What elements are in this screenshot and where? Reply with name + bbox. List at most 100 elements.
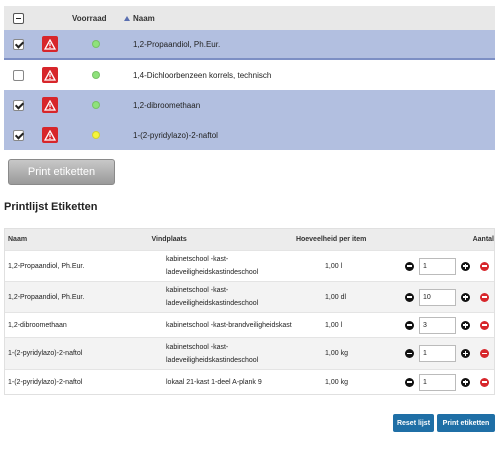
plus-circle-icon[interactable]: [461, 377, 470, 387]
amount-input[interactable]: [419, 288, 456, 306]
warning-triangle-icon: [42, 127, 58, 143]
print-list-table: Naam Vindplaats Hoeveelheid per item Aan…: [4, 228, 495, 395]
item-name: 1,2-Propaandiol, Ph.Eur.: [8, 293, 85, 301]
column-header-quantity: Hoeveelheid per item: [295, 236, 367, 243]
plus-circle-icon[interactable]: [461, 292, 470, 302]
print-list-row: 1,2-dibroomethaan kabinetschool -kast-bra…: [5, 312, 494, 337]
stock-status-icon: [92, 40, 100, 48]
stock-cell: [68, 40, 128, 48]
plus-circle-icon[interactable]: [461, 349, 470, 358]
item-name: 1-(2-pyridylazo)-2-naftol: [8, 378, 83, 386]
print-list-row: 1,2-Propaandiol, Ph.Eur. kabinetschool -k…: [5, 281, 494, 312]
location-line: ladeveiligheidskastindeschool: [166, 300, 259, 307]
product-name: 1,2-Propaandiol, Ph.Eur.: [133, 39, 221, 49]
column-header-amount: Aantal: [472, 236, 494, 243]
location-line: kabinetschool -kast-brandveiligheidskast: [166, 321, 292, 329]
plus-circle-icon[interactable]: [461, 320, 470, 330]
column-header-location: Vindplaats: [151, 236, 187, 243]
stock-status-icon: [92, 101, 100, 109]
item-quantity: 1,00 l: [325, 262, 343, 270]
row-select-cell[interactable]: [4, 38, 32, 50]
section-title: Printlijst Etiketten: [4, 201, 98, 213]
plus-circle-icon[interactable]: [461, 261, 470, 271]
print-labels-button-bottom[interactable]: Print etiketten: [437, 414, 495, 432]
item-quantity: 1,00 dl: [325, 293, 347, 301]
row-checkbox[interactable]: [12, 129, 24, 141]
select-all-cell[interactable]: [4, 12, 32, 24]
minus-circle-icon[interactable]: [405, 292, 414, 302]
print-list-row: 1-(2-pyridylazo)-2-naftol lokaal 21-kast …: [5, 369, 494, 394]
location-line: kabinetschool -kast-: [166, 287, 229, 294]
minus-circle-icon[interactable]: [405, 377, 414, 387]
row-checkbox[interactable]: [12, 99, 24, 111]
print-list-header: Naam Vindplaats Hoeveelheid per item Aan…: [5, 229, 494, 250]
reset-list-button[interactable]: Reset lijst: [393, 414, 434, 432]
column-header-stock-label: Voorraad: [72, 13, 107, 23]
item-name: 1,2-dibroomethaan: [8, 321, 67, 329]
remove-circle-icon[interactable]: [480, 261, 489, 271]
remove-circle-icon[interactable]: [480, 320, 489, 330]
amount-stepper: [405, 316, 494, 334]
location-line: lokaal 21-kast 1-deel A-plank 9: [166, 378, 262, 386]
table-row[interactable]: 1,4-Dichloorbenzeen korrels, technisch: [4, 60, 495, 90]
stock-cell: [68, 131, 128, 139]
location-line: ladeveiligheidskastindeschool: [166, 269, 259, 276]
item-location: kabinetschool -kast-brandveiligheidskast: [166, 319, 325, 332]
item-location: kabinetschool -kast-ladeveiligheidskasti…: [166, 253, 325, 279]
amount-stepper: [405, 288, 494, 306]
product-name: 1,2-dibroomethaan: [133, 100, 201, 110]
print-list-row: 1,2-Propaandiol, Ph.Eur. kabinetschool -k…: [5, 250, 494, 281]
hazard-cell: [32, 97, 68, 113]
select-all-checkbox[interactable]: [12, 12, 24, 24]
hazard-cell: [32, 67, 68, 83]
warning-triangle-icon: [42, 36, 58, 52]
table-row[interactable]: 1,2-Propaandiol, Ph.Eur.: [4, 30, 495, 60]
remove-circle-icon[interactable]: [480, 377, 489, 387]
minus-circle-icon[interactable]: [405, 320, 414, 330]
location-line: ladeveiligheidskastindeschool: [166, 356, 259, 364]
print-list-row: 1-(2-pyridylazo)-2-naftol kabinetschool -…: [5, 337, 494, 369]
product-name: 1-(2-pyridylazo)-2-naftol: [133, 130, 218, 140]
item-name: 1,2-Propaandiol, Ph.Eur.: [8, 262, 85, 270]
location-line: kabinetschool -kast-: [166, 343, 229, 351]
amount-input[interactable]: [419, 316, 456, 334]
hazard-cell: [32, 36, 68, 52]
table-row[interactable]: 1-(2-pyridylazo)-2-naftol: [4, 120, 495, 150]
amount-input[interactable]: [419, 345, 456, 362]
remove-circle-icon[interactable]: [480, 349, 489, 358]
minus-circle-icon[interactable]: [405, 349, 414, 358]
amount-input[interactable]: [419, 373, 456, 391]
item-location: kabinetschool -kast-ladeveiligheidskasti…: [166, 284, 325, 310]
location-line: kabinetschool -kast-: [166, 256, 229, 263]
stock-status-icon: [92, 71, 100, 79]
minus-circle-icon[interactable]: [405, 261, 414, 271]
stock-cell: [68, 101, 128, 109]
product-table-header: Voorraad Naam: [4, 6, 495, 30]
product-table: Voorraad Naam 1,2-Propaandiol, Ph.Eur. 1,…: [4, 6, 495, 150]
item-quantity: 1,00 l: [325, 321, 343, 329]
item-quantity: 1,00 kg: [325, 378, 348, 386]
column-header-name[interactable]: Naam: [128, 14, 495, 23]
stock-cell: [68, 71, 128, 79]
remove-circle-icon[interactable]: [480, 292, 489, 302]
hazard-cell: [32, 127, 68, 143]
row-checkbox[interactable]: [12, 69, 24, 81]
row-select-cell[interactable]: [4, 69, 32, 81]
column-header-stock[interactable]: Voorraad: [68, 13, 130, 23]
table-row[interactable]: 1,2-dibroomethaan: [4, 90, 495, 120]
item-name: 1-(2-pyridylazo)-2-naftol: [8, 350, 83, 357]
warning-triangle-icon: [42, 97, 58, 113]
column-header-name: Naam: [8, 236, 28, 243]
product-name: 1,4-Dichloorbenzeen korrels, technisch: [133, 70, 272, 80]
row-checkbox[interactable]: [12, 38, 24, 50]
stock-status-icon: [92, 131, 100, 139]
amount-stepper: [405, 373, 494, 391]
item-location: kabinetschool -kast-ladeveiligheidskasti…: [166, 341, 325, 367]
amount-input[interactable]: [419, 257, 456, 275]
row-select-cell[interactable]: [4, 99, 32, 111]
row-select-cell[interactable]: [4, 129, 32, 141]
item-location: lokaal 21-kast 1-deel A-plank 9: [166, 376, 325, 389]
amount-stepper: [405, 345, 494, 362]
print-labels-button[interactable]: Print etiketten: [8, 159, 115, 185]
warning-triangle-icon: [42, 67, 58, 83]
